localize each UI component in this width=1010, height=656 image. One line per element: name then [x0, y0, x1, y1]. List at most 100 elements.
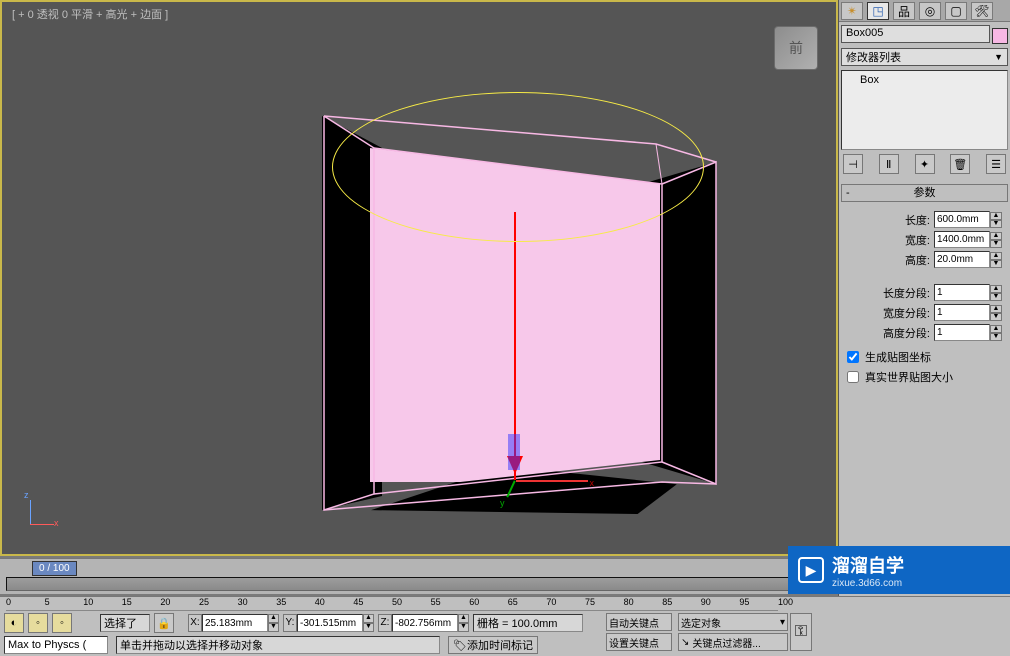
set-key-button[interactable]: 设置关键点: [606, 633, 672, 651]
spinner-down-icon[interactable]: ▼: [268, 623, 279, 632]
object-color-swatch[interactable]: [992, 28, 1008, 44]
length-spinner[interactable]: ▲▼: [934, 211, 1002, 228]
create-tab-icon[interactable]: ✴: [841, 2, 863, 20]
modifier-stack[interactable]: Box: [841, 70, 1008, 150]
width-label: 宽度:: [905, 232, 930, 248]
ruler-tick: 15: [122, 597, 132, 607]
spinner-up-icon[interactable]: ▲: [458, 614, 469, 623]
modifier-stack-buttons: ⊣ Ⅱ ✦ 🗑 ☰: [841, 152, 1008, 176]
coord-x-label: X:: [188, 614, 202, 632]
height-input[interactable]: [934, 251, 990, 268]
spinner-up-icon[interactable]: ▲: [990, 325, 1002, 333]
real-world-checkbox[interactable]: 真实世界贴图大小: [847, 369, 1002, 385]
height-segs-label: 高度分段:: [883, 325, 930, 341]
ruler-tick: 95: [739, 597, 749, 607]
key-mode-icon[interactable]: ◦: [28, 613, 48, 633]
spinner-down-icon[interactable]: ▼: [990, 260, 1002, 268]
coord-y-label: Y:: [283, 614, 297, 632]
coord-x-input[interactable]: [202, 614, 268, 632]
modifier-list-dropdown[interactable]: 修改器列表 ▼: [841, 48, 1008, 66]
generate-mapping-checkbox[interactable]: 生成贴图坐标: [847, 349, 1002, 365]
spinner-up-icon[interactable]: ▲: [990, 305, 1002, 313]
display-tab-icon[interactable]: ▢: [945, 2, 967, 20]
spinner-up-icon[interactable]: ▲: [990, 232, 1002, 240]
spinner-down-icon[interactable]: ▼: [363, 623, 374, 632]
height-segs-input[interactable]: [934, 324, 990, 341]
key-mode2-icon[interactable]: ◦: [52, 613, 72, 633]
modify-tab-icon[interactable]: ◳: [867, 2, 889, 20]
height-spinner[interactable]: ▲▼: [934, 251, 1002, 268]
height-label: 高度:: [905, 252, 930, 268]
set-key-icon[interactable]: ◐: [4, 613, 24, 633]
key-filters-button[interactable]: ↘关键点过滤器...: [678, 633, 788, 651]
coord-y-group: Y: ▲▼: [283, 614, 374, 632]
add-time-tag-label: 添加时间标记: [467, 637, 533, 653]
length-input[interactable]: [934, 211, 990, 228]
spinner-down-icon[interactable]: ▼: [458, 623, 469, 632]
key-target-dropdown[interactable]: 选定对象: [678, 613, 788, 631]
parameters-rollout-header[interactable]: 参数: [841, 184, 1008, 202]
generate-mapping-label: 生成贴图坐标: [865, 349, 931, 365]
selection-count: 选择了: [100, 614, 150, 632]
ruler-tick: 5: [45, 597, 50, 607]
ruler-tick: 55: [431, 597, 441, 607]
pin-stack-icon[interactable]: ⊣: [843, 154, 863, 174]
spinner-up-icon[interactable]: ▲: [363, 614, 374, 623]
spinner-up-icon[interactable]: ▲: [990, 212, 1002, 220]
real-world-input[interactable]: [847, 371, 859, 383]
ruler-tick: 45: [353, 597, 363, 607]
time-slider[interactable]: [6, 577, 832, 591]
generate-mapping-input[interactable]: [847, 351, 859, 363]
ruler-tick: 25: [199, 597, 209, 607]
spinner-up-icon[interactable]: ▲: [990, 285, 1002, 293]
ruler-tick: 35: [276, 597, 286, 607]
object-name-input[interactable]: Box005: [841, 25, 990, 43]
timeline: 0 / 100: [0, 558, 838, 594]
maxscript-listener[interactable]: Max to Physcs (: [4, 636, 108, 654]
make-unique-icon[interactable]: ✦: [915, 154, 935, 174]
height-segs-spinner[interactable]: ▲▼: [934, 324, 1002, 341]
remove-modifier-icon[interactable]: 🗑: [950, 154, 970, 174]
transform-gizmo[interactable]: x y: [506, 472, 534, 500]
ruler-tick: 85: [662, 597, 672, 607]
width-segs-input[interactable]: [934, 304, 990, 321]
spinner-down-icon[interactable]: ▼: [990, 293, 1002, 301]
coord-z-input[interactable]: [392, 614, 458, 632]
show-end-result-icon[interactable]: Ⅱ: [879, 154, 899, 174]
viewport[interactable]: [ + 0 透视 0 平滑 + 高光 + 边面 ] 前 x y z x: [0, 0, 838, 556]
configure-sets-icon[interactable]: ☰: [986, 154, 1006, 174]
key-lock-icon[interactable]: ⚿: [790, 613, 812, 651]
modifier-stack-item[interactable]: Box: [860, 74, 989, 86]
length-segs-spinner[interactable]: ▲▼: [934, 284, 1002, 301]
coord-z-group: Z: ▲▼: [378, 614, 469, 632]
width-spinner[interactable]: ▲▼: [934, 231, 1002, 248]
coord-y-input[interactable]: [297, 614, 363, 632]
hierarchy-tab-icon[interactable]: 品: [893, 2, 915, 20]
status-bar: 0510152025303540455055606570758085909510…: [0, 596, 1010, 656]
spinner-down-icon[interactable]: ▼: [990, 333, 1002, 341]
length-segs-input[interactable]: [934, 284, 990, 301]
ruler-tick: 30: [238, 597, 248, 607]
play-icon: ▶: [798, 557, 824, 583]
spinner-down-icon[interactable]: ▼: [990, 240, 1002, 248]
keying-controls: ⚿ 自动关键点 选定对象 设置关键点 ↘关键点过滤器...: [606, 613, 786, 653]
world-axis-gizmo: z x: [24, 494, 64, 534]
ruler-tick: 90: [701, 597, 711, 607]
ruler-tick: 70: [546, 597, 556, 607]
spinner-up-icon[interactable]: ▲: [268, 614, 279, 623]
key-filters-label: 关键点过滤器...: [692, 635, 760, 650]
width-input[interactable]: [934, 231, 990, 248]
motion-tab-icon[interactable]: ◎: [919, 2, 941, 20]
ruler-tick: 20: [160, 597, 170, 607]
lock-selection-icon[interactable]: 🔒: [154, 613, 174, 633]
width-segs-spinner[interactable]: ▲▼: [934, 304, 1002, 321]
time-ruler[interactable]: 0510152025303540455055606570758085909510…: [6, 597, 778, 611]
spinner-down-icon[interactable]: ▼: [990, 220, 1002, 228]
add-time-tag-button[interactable]: 🏷 添加时间标记: [448, 636, 538, 654]
spinner-down-icon[interactable]: ▼: [990, 313, 1002, 321]
frame-indicator[interactable]: 0 / 100: [32, 561, 77, 576]
utilities-tab-icon[interactable]: 🛠: [971, 2, 993, 20]
spinner-up-icon[interactable]: ▲: [990, 252, 1002, 260]
watermark-url: zixue.3d66.com: [832, 578, 904, 589]
auto-key-button[interactable]: 自动关键点: [606, 613, 672, 631]
